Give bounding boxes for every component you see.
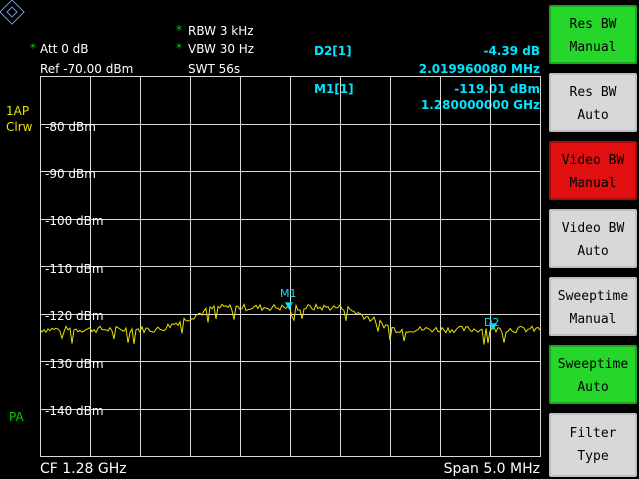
- span: Span 5.0 MHz: [443, 461, 540, 477]
- pa-label: PA: [9, 410, 24, 424]
- ref-label: Ref -70.00 dBm: [40, 62, 134, 76]
- center-frequency: CF 1.28 GHz: [40, 461, 127, 477]
- y-label-110: -110 dBm: [45, 262, 104, 276]
- softkey-line1: Video BW: [561, 153, 625, 168]
- spectrum-plot[interactable]: [40, 76, 541, 457]
- softkey-sweeptime-auto[interactable]: Sweeptime Auto: [549, 345, 637, 404]
- softkey-line2: Manual: [569, 312, 617, 327]
- softkey-line2: Auto: [577, 108, 609, 123]
- trace-mode: Clrw: [6, 120, 33, 134]
- rbw-label: RBW 3 kHz: [188, 24, 254, 38]
- y-label-120: -120 dBm: [45, 309, 104, 323]
- softkey-res-bw-auto[interactable]: Res BW Auto: [549, 73, 637, 132]
- softkey-line1: Res BW: [569, 85, 617, 100]
- softkey-line1: Video BW: [561, 221, 625, 236]
- rbw-star: *: [176, 23, 182, 37]
- y-label-140: -140 dBm: [45, 404, 104, 418]
- d2-freq: 2.019960080 MHz: [418, 62, 540, 76]
- softkey-line2: Manual: [569, 176, 617, 191]
- y-label-80: -80 dBm: [45, 120, 96, 134]
- vbw-label: VBW 30 Hz: [188, 42, 255, 56]
- softkey-filter-type[interactable]: Filter Type: [549, 413, 637, 477]
- d2-value: -4.39 dB: [483, 44, 540, 58]
- y-label-90: -90 dBm: [45, 167, 96, 181]
- d2-label: D2[1]: [314, 44, 352, 58]
- softkey-line2: Auto: [577, 380, 609, 395]
- softkey-line2: Type: [577, 449, 609, 464]
- d2-tag: D2: [484, 316, 500, 329]
- att-star: *: [30, 41, 36, 55]
- softkey-line2: Auto: [577, 244, 609, 259]
- softkey-line1: Res BW: [569, 17, 617, 32]
- softkey-line1: Sweeptime: [557, 289, 629, 304]
- y-label-100: -100 dBm: [45, 214, 104, 228]
- vbw-star: *: [176, 41, 182, 55]
- softkey-video-bw-manual[interactable]: Video BW Manual: [549, 141, 637, 200]
- softkey-line1: Sweeptime: [557, 357, 629, 372]
- softkey-line1: Filter: [569, 426, 617, 441]
- m1-tag: M1: [280, 287, 297, 300]
- softkey-sweeptime-manual[interactable]: Sweeptime Manual: [549, 277, 637, 336]
- softkey-line2: Manual: [569, 40, 617, 55]
- att-label: Att 0 dB: [40, 42, 89, 56]
- rs-logo-icon: [0, 0, 25, 25]
- softkey-video-bw-auto[interactable]: Video BW Auto: [549, 209, 637, 268]
- swt-label: SWT 56s: [188, 62, 241, 76]
- trace-label: 1AP: [6, 104, 30, 118]
- y-label-130: -130 dBm: [45, 357, 104, 371]
- softkey-res-bw-manual[interactable]: Res BW Manual: [549, 5, 637, 64]
